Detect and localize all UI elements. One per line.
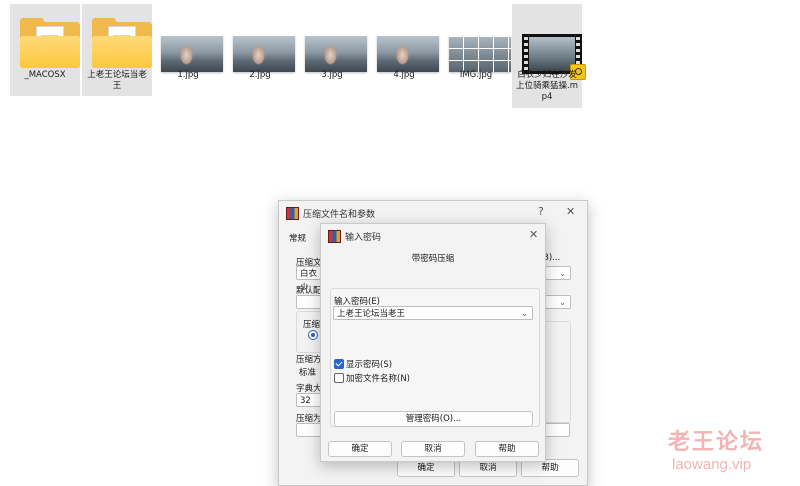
file-laowang-folder[interactable]: 上老王论坛当老王: [82, 4, 152, 96]
image-thumbnail: [303, 10, 367, 72]
file-2-jpg[interactable]: 2.jpg: [225, 4, 295, 96]
file-1-jpg[interactable]: 1.jpg: [153, 4, 223, 96]
ok-button[interactable]: 确定: [328, 441, 392, 457]
method-value[interactable]: 标准: [299, 366, 316, 378]
image-thumbnail: [159, 10, 223, 72]
file-name: 4.jpg: [393, 70, 415, 80]
profile-dropdown[interactable]: ⌄: [545, 295, 571, 309]
close-icon[interactable]: ✕: [529, 228, 538, 241]
file-name: _MACOSX: [24, 70, 66, 80]
image-thumbnail: [231, 10, 295, 72]
file-macosx-folder[interactable]: _MACOSX: [10, 4, 80, 96]
close-icon[interactable]: ✕: [566, 205, 575, 218]
chevron-down-icon: ⌄: [559, 269, 566, 278]
format-radio[interactable]: [308, 330, 318, 340]
file-name: 1.jpg: [177, 70, 199, 80]
method-label: 压缩方: [296, 355, 322, 365]
help-icon[interactable]: ?: [538, 205, 544, 218]
image-thumbnail: [375, 10, 439, 72]
archive-name-dropdown[interactable]: ⌄: [545, 266, 571, 280]
manage-passwords-button[interactable]: 管理密码(O)...: [334, 411, 533, 427]
encrypt-names-label[interactable]: 加密文件名称(N): [346, 372, 410, 384]
file-name: 2.jpg: [249, 70, 271, 80]
file-3-jpg[interactable]: 3.jpg: [297, 4, 367, 96]
tab-general[interactable]: 常规: [289, 232, 306, 244]
file-name: IMG.jpg: [459, 70, 493, 80]
winrar-app-icon: [286, 207, 299, 220]
titlebar: 压缩文件名和参数 ? ✕: [279, 201, 587, 225]
password-dialog: 输入密码 ✕ 带密码压缩 输入密码(E) 上老王论坛当老王 ⌄ 显示密码(S) …: [320, 223, 546, 462]
dialog-heading: 带密码压缩: [411, 254, 455, 264]
file-video-mp4[interactable]: 白衣少妇在沙发上位骑乘猛操.mp4: [512, 4, 586, 108]
dict-value: 32: [300, 396, 311, 406]
winrar-app-icon: [328, 230, 341, 243]
image-collage-thumbnail: [447, 10, 511, 72]
video-thumbnail: [518, 10, 586, 80]
chevron-down-icon: ⌄: [559, 298, 566, 307]
password-input[interactable]: 上老王论坛当老王 ⌄: [333, 306, 533, 320]
chevron-down-icon[interactable]: ⌄: [521, 307, 528, 321]
show-password-label[interactable]: 显示密码(S): [346, 358, 392, 370]
format-label: 压缩: [303, 320, 321, 330]
file-name: 白衣少妇在沙发上位骑乘猛操.mp4: [516, 70, 578, 102]
help-button[interactable]: 帮助: [475, 441, 539, 457]
encrypt-names-checkbox[interactable]: [334, 373, 344, 383]
watermark-url: laowang.vip: [672, 456, 752, 473]
password-value: 上老王论坛当老王: [337, 309, 406, 319]
dialog-title: 压缩文件名和参数: [303, 210, 376, 220]
options-group: [544, 321, 571, 423]
cancel-button[interactable]: 取消: [401, 441, 465, 457]
file-img-jpg[interactable]: IMG.jpg: [441, 4, 511, 96]
folder-icon: [16, 10, 80, 68]
file-name: 3.jpg: [321, 70, 343, 80]
titlebar: 输入密码 ✕: [321, 224, 545, 248]
file-4-jpg[interactable]: 4.jpg: [369, 4, 439, 96]
watermark-logo-text: 老王论坛: [668, 430, 765, 455]
split-right-field[interactable]: [544, 423, 570, 437]
show-password-checkbox[interactable]: [334, 359, 344, 369]
dialog-title: 输入密码: [345, 233, 382, 243]
folder-icon: [88, 10, 152, 68]
file-name: 上老王论坛当老王: [87, 70, 147, 91]
